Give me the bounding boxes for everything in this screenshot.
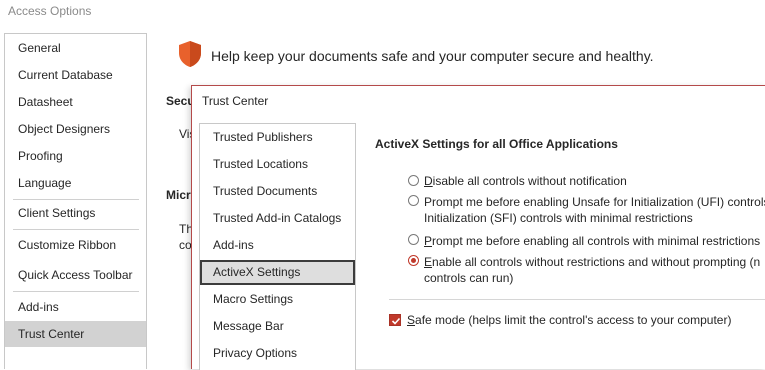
tc-nav-trusted-documents[interactable]: Trusted Documents <box>200 179 355 204</box>
option-text: rompt me before enabling all controls wi… <box>432 234 761 248</box>
disable-all-controls-radio[interactable] <box>408 175 419 186</box>
sidebar-item-quick-access-toolbar[interactable]: Quick Access Toolbar <box>5 262 146 288</box>
prompt-ufi-controls-label[interactable]: Prompt me before enabling Unsafe for Ini… <box>424 194 765 210</box>
tc-nav-trusted-publishers[interactable]: Trusted Publishers <box>200 125 355 150</box>
disable-all-controls-label[interactable]: Disable all controls without notificatio… <box>424 173 627 189</box>
section-divider <box>389 299 765 300</box>
access-key: E <box>424 255 433 269</box>
prompt-ufi-controls-label-line2: Initialization (SFI) controls with minim… <box>424 211 693 225</box>
prompt-all-controls-label[interactable]: Prompt me before enabling all controls w… <box>424 233 760 249</box>
access-key: P <box>424 234 433 248</box>
tc-nav-add-ins[interactable]: Add-ins <box>200 233 355 258</box>
sidebar-item-proofing[interactable]: Proofing <box>5 143 146 169</box>
enable-all-controls-label[interactable]: Enable all controls without restrictions… <box>424 254 760 270</box>
shield-icon <box>177 40 203 68</box>
access-key: S <box>407 313 416 327</box>
sidebar-item-current-database[interactable]: Current Database <box>5 62 146 88</box>
option-text: afe mode (helps limit the control's acce… <box>415 313 732 327</box>
options-sidebar: General Current Database Datasheet Objec… <box>4 33 147 369</box>
tc-nav-message-bar[interactable]: Message Bar <box>200 314 355 339</box>
trust-center-dialog: Trust Center Trusted Publishers Trusted … <box>191 85 765 370</box>
sidebar-item-trust-center[interactable]: Trust Center <box>5 321 146 347</box>
sidebar-item-datasheet[interactable]: Datasheet <box>5 89 146 115</box>
sidebar-separator <box>13 229 139 230</box>
window-title: Access Options <box>8 4 92 18</box>
enable-all-controls-radio[interactable] <box>408 255 419 266</box>
enable-all-controls-label-line2: controls can run) <box>424 271 514 285</box>
sidebar-separator <box>13 291 139 292</box>
tc-nav-trusted-locations[interactable]: Trusted Locations <box>200 152 355 177</box>
tc-nav-activex-settings[interactable]: ActiveX Settings <box>200 260 355 285</box>
prompt-ufi-controls-radio[interactable] <box>408 195 419 206</box>
body-text-fragment: co <box>179 238 192 252</box>
sidebar-item-language[interactable]: Language <box>5 170 146 196</box>
prompt-all-controls-radio[interactable] <box>408 234 419 245</box>
trust-center-header: Help keep your documents safe and your c… <box>211 48 654 64</box>
sidebar-item-customize-ribbon[interactable]: Customize Ribbon <box>5 232 146 258</box>
tc-nav-trusted-add-in-catalogs[interactable]: Trusted Add-in Catalogs <box>200 206 355 231</box>
sidebar-item-object-designers[interactable]: Object Designers <box>5 116 146 142</box>
tc-nav-macro-settings[interactable]: Macro Settings <box>200 287 355 312</box>
tc-nav-privacy-options[interactable]: Privacy Options <box>200 341 355 366</box>
safe-mode-label[interactable]: Safe mode (helps limit the control's acc… <box>407 312 731 328</box>
sidebar-item-general[interactable]: General <box>5 35 146 61</box>
option-text: isable all controls without notification <box>432 174 627 188</box>
title-bar: Access Options <box>0 0 765 24</box>
safe-mode-checkbox[interactable] <box>389 314 401 326</box>
option-text: nable all controls without restrictions … <box>432 255 761 269</box>
sidebar-item-client-settings[interactable]: Client Settings <box>5 200 146 226</box>
checkmark-icon <box>391 317 401 325</box>
section-heading-fragment: Micr <box>166 188 191 202</box>
trust-center-nav: Trusted Publishers Trusted Locations Tru… <box>199 123 356 370</box>
access-key: D <box>424 174 433 188</box>
activex-heading: ActiveX Settings for all Office Applicat… <box>375 137 618 151</box>
sidebar-item-add-ins[interactable]: Add-ins <box>5 294 146 320</box>
trust-center-title: Trust Center <box>202 94 269 108</box>
